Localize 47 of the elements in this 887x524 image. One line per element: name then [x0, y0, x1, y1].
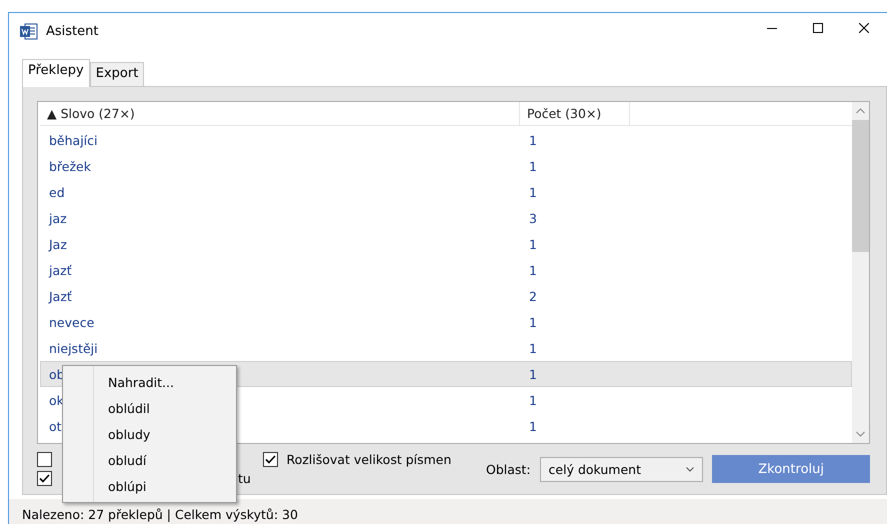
count-cell: 3 — [529, 210, 537, 226]
check-button[interactable]: Zkontroluj — [712, 455, 870, 483]
count-cell: 1 — [529, 236, 537, 252]
area-dropdown[interactable]: celý dokument — [540, 456, 704, 482]
checkbox[interactable] — [37, 471, 52, 486]
checkbox-label: tu — [238, 471, 251, 486]
word-cell: jaz — [49, 210, 67, 226]
maximize-icon — [813, 23, 823, 33]
scroll-up-icon[interactable] — [856, 108, 865, 114]
checkbox[interactable] — [263, 452, 278, 467]
area-label: Oblast: — [486, 462, 531, 476]
word-cell: Jaz — [49, 236, 67, 252]
word-cell: ed — [49, 184, 65, 200]
status-bar: Nalezeno: 27 překlepů | Celkem výskytů: 30 — [9, 499, 887, 524]
tab[interactable]: Překlepy — [22, 59, 90, 87]
scrollbar[interactable] — [852, 102, 869, 443]
checkbox-label: Rozlišovat velikost písmen — [286, 452, 452, 467]
menu-item[interactable]: obludy — [63, 421, 236, 447]
word-cell: ot — [49, 418, 62, 434]
count-cell: 1 — [529, 314, 537, 330]
count-cell: 1 — [529, 262, 537, 278]
word-cell: břežek — [49, 158, 91, 174]
count-cell: 1 — [529, 184, 537, 200]
count-cell: 1 — [529, 132, 537, 148]
scroll-down-icon[interactable] — [856, 431, 865, 437]
count-cell: 2 — [529, 288, 537, 304]
app-icon — [20, 22, 38, 40]
menu-item[interactable]: oblúdil — [63, 395, 236, 421]
word-cell: Jazť — [49, 288, 72, 304]
count-cell: 1 — [529, 340, 537, 356]
checkbox[interactable] — [37, 452, 52, 467]
word-cell: běhajíci — [49, 132, 98, 148]
column-header[interactable]: Počet (30×) — [520, 102, 630, 125]
close-icon — [859, 23, 869, 33]
count-cell: 1 — [529, 418, 537, 434]
menu-item[interactable]: oblúpi — [63, 473, 236, 499]
menu-item[interactable]: obludí — [63, 447, 236, 473]
count-cell: 1 — [529, 158, 537, 174]
column-header[interactable]: ▲ Slovo (27×) — [40, 102, 520, 125]
chevron-icon — [686, 466, 694, 472]
count-cell: 1 — [529, 392, 537, 408]
count-cell: 1 — [529, 366, 537, 382]
word-cell: jazť — [49, 262, 72, 278]
word-cell: nevece — [49, 314, 94, 330]
tab[interactable]: Export — [90, 62, 144, 86]
word-cell: niejstěji — [49, 340, 98, 356]
window-title: Asistent — [46, 24, 98, 38]
